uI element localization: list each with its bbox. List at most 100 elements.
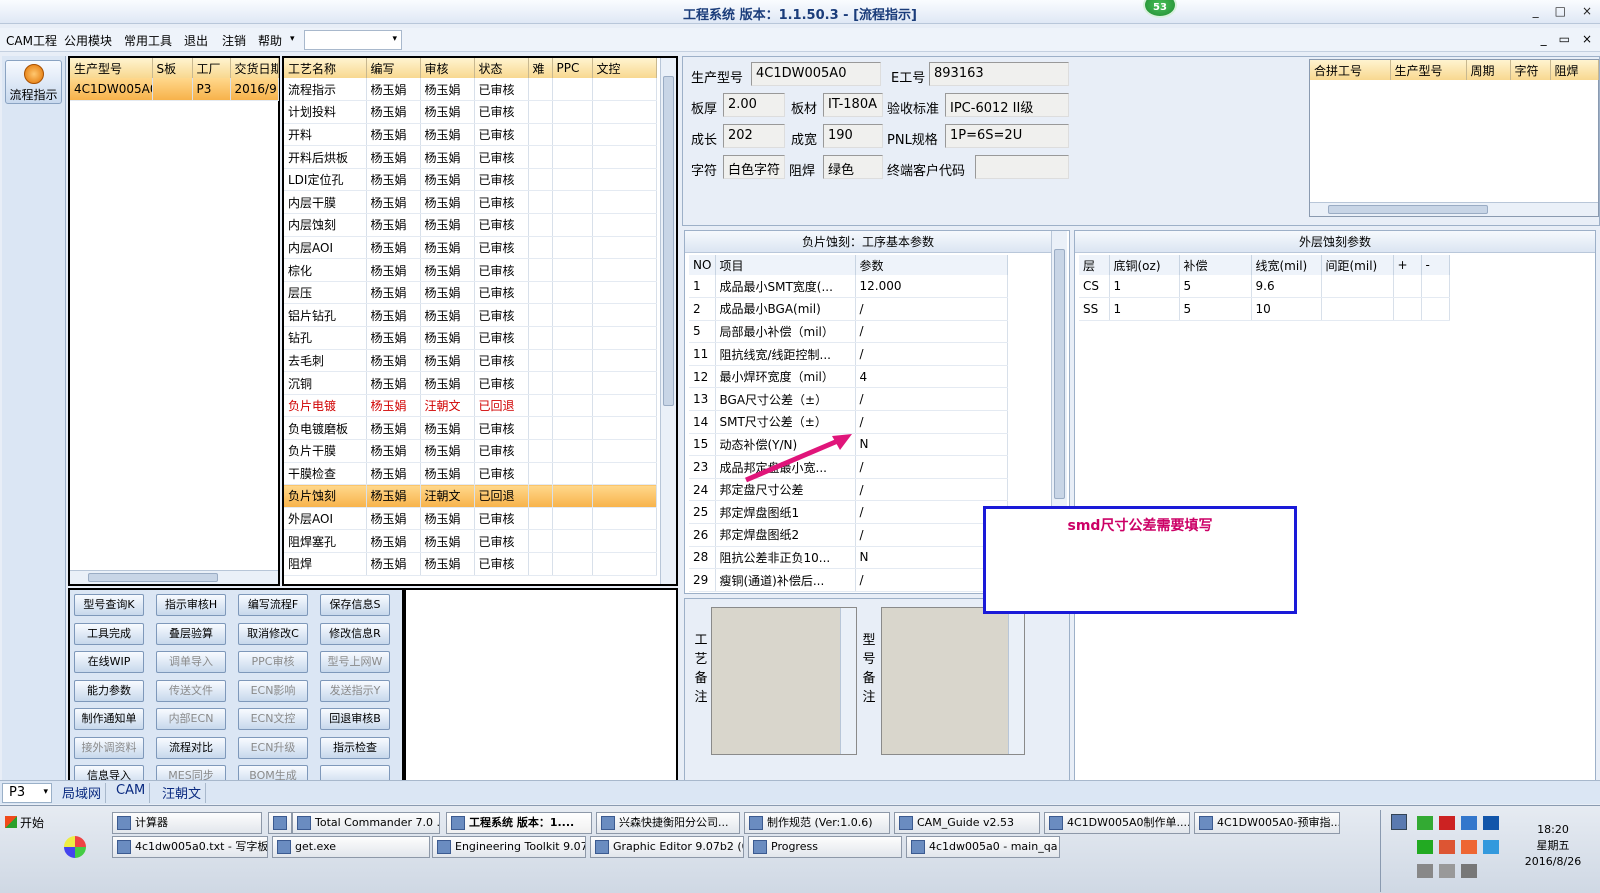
menu-logout[interactable]: 注销 <box>222 32 246 49</box>
table-row[interactable]: 4C1DW005A0 P3 2016/9 <box>70 78 279 102</box>
table-row[interactable]: 2 成品最小BGA(mil) / <box>689 297 1008 321</box>
taskbar-item[interactable]: 制作规范 (Ver:1.0.6) <box>744 812 890 834</box>
action-button[interactable]: 在线WIP <box>74 651 144 673</box>
tray-antivirus-icon[interactable] <box>1461 840 1477 854</box>
model-field[interactable]: 4C1DW005A0 <box>751 62 881 86</box>
close-button[interactable]: × <box>1582 4 1592 18</box>
process-vscroll[interactable] <box>660 58 676 584</box>
table-row[interactable]: 12 最小焊环宽度（mil） 4 <box>689 365 1008 389</box>
col-compensation[interactable]: 补偿 <box>1179 255 1252 275</box>
taskbar-item[interactable]: CAM_Guide v2.53 <box>894 812 1040 834</box>
col-merge-char[interactable]: 字符 <box>1510 60 1551 80</box>
tab-user[interactable]: 汪朝文 <box>158 783 207 803</box>
action-button[interactable]: 内部ECN <box>156 708 226 730</box>
thick-field[interactable]: 2.00 <box>723 93 785 117</box>
col-writer[interactable]: 编写 <box>366 58 421 78</box>
memo-vscroll[interactable] <box>840 608 856 754</box>
taskbar-item[interactable]: 兴森快捷衡阳分公司... <box>596 812 740 834</box>
action-button[interactable]: ECN影响 <box>238 679 308 702</box>
col-line-width[interactable]: 线宽(mil) <box>1251 255 1322 275</box>
menu-common-module[interactable]: 公用模块 <box>64 32 112 49</box>
action-button[interactable]: 型号上网W <box>320 651 390 673</box>
col-delivery[interactable]: 交货日期 <box>230 58 279 78</box>
action-button[interactable]: ECN升级 <box>238 736 308 759</box>
action-button[interactable]: 调单导入 <box>156 651 226 673</box>
menu-help[interactable]: 帮助 <box>258 32 282 49</box>
action-button[interactable]: 保存信息S <box>320 594 390 616</box>
action-button[interactable]: 工具完成 <box>74 622 144 645</box>
taskbar-item[interactable]: Graphic Editor 9.07b2 (0... <box>590 836 744 858</box>
table-row[interactable]: 阻焊 杨玉娟 杨玉娟 已审核 <box>284 552 657 576</box>
col-spacing[interactable]: 间距(mil) <box>1321 255 1394 275</box>
action-button[interactable]: 流程对比 <box>156 736 226 759</box>
table-row[interactable]: 内层干膜 杨玉娟 杨玉娟 已审核 <box>284 190 657 215</box>
taskbar-item[interactable] <box>268 812 292 834</box>
action-button[interactable]: 指示审核H <box>156 594 226 616</box>
table-row[interactable]: 29 瘦铜(通道)补偿后... / <box>689 568 1008 592</box>
action-button[interactable]: 型号查询K <box>74 594 144 616</box>
table-row[interactable]: 钻孔 杨玉娟 杨玉娟 已审核 <box>284 326 657 350</box>
table-row[interactable]: 铝片钻孔 杨玉娟 杨玉娟 已审核 <box>284 303 657 328</box>
table-row[interactable]: 1 成品最小SMT宽度(... 12.000 <box>689 275 1008 299</box>
tab-lan[interactable]: 局域网 <box>58 783 107 803</box>
taskbar-item[interactable]: Engineering Toolkit 9.07... <box>432 836 586 858</box>
remove-column-button[interactable]: - <box>1421 255 1450 275</box>
tray-shield-icon[interactable] <box>1417 840 1433 854</box>
taskbar-item[interactable]: Total Commander 7.0 ... <box>292 812 440 834</box>
table-row[interactable]: 阻焊塞孔 杨玉娟 杨玉娟 已审核 <box>284 529 657 553</box>
taskbar-item[interactable]: 计算器 <box>112 812 262 834</box>
menu-combo[interactable]: ▾ <box>304 30 402 50</box>
table-row[interactable]: 外层AOI 杨玉娟 杨玉娟 已审核 <box>284 507 657 531</box>
col-base-copper[interactable]: 底铜(oz) <box>1109 255 1180 275</box>
taskbar-item[interactable]: Progress <box>748 836 902 858</box>
table-row[interactable]: 11 阻抗线宽/线距控制... / <box>689 342 1008 366</box>
col-merge-model[interactable]: 生产型号 <box>1390 60 1467 80</box>
col-reviewer[interactable]: 审核 <box>420 58 475 78</box>
model-memo[interactable] <box>881 607 1025 755</box>
table-row[interactable]: 25 邦定焊盘图纸1/ <box>689 500 1008 525</box>
taskbar-item[interactable]: 4c1dw005a0 - main_qa <box>906 836 1060 858</box>
col-factory[interactable]: 工厂 <box>192 58 231 78</box>
tray-network-icon[interactable] <box>1417 816 1433 830</box>
table-row[interactable]: 28 阻抗公差非正负10... N <box>689 546 1008 570</box>
tray-security-icon[interactable] <box>1439 816 1455 830</box>
std-field[interactable]: IPC-6012 II级 <box>945 93 1069 117</box>
model-memo-vscroll[interactable] <box>1008 608 1024 754</box>
bluetooth-icon[interactable] <box>1483 816 1499 830</box>
quick-launch-icon[interactable] <box>64 836 86 858</box>
tray-update-icon[interactable] <box>1461 816 1477 830</box>
col-status[interactable]: 状态 <box>474 58 529 78</box>
model-hscroll[interactable] <box>70 570 278 584</box>
action-button[interactable]: 修改信息R <box>320 622 390 645</box>
col-doc-control[interactable]: 文控 <box>592 58 657 78</box>
table-row[interactable]: 流程指示 杨玉娟 杨玉娟 已审核 <box>284 78 657 102</box>
col-difficulty[interactable]: 难 <box>528 58 553 78</box>
col-model[interactable]: 生产型号 <box>70 58 153 78</box>
table-row[interactable]: 去毛刺 杨玉娟 杨玉娟 已审核 <box>284 349 657 373</box>
table-row[interactable]: 开料后烘板 杨玉娟 杨玉娟 已审核 <box>284 145 657 169</box>
action-button[interactable]: 取消修改C <box>238 622 308 645</box>
col-param[interactable]: 参数 <box>855 255 1008 275</box>
action-button[interactable]: ECN文控 <box>238 708 308 730</box>
table-row[interactable]: 开料 杨玉娟 杨玉娟 已审核 <box>284 123 657 147</box>
pnl-field[interactable]: 1P=6S=2U <box>945 124 1069 148</box>
col-no[interactable]: NO <box>689 255 716 275</box>
action-button[interactable]: 叠层验算 <box>156 622 226 645</box>
table-row[interactable]: 26 邦定焊盘图纸2/ <box>689 523 1008 547</box>
merge-hscroll[interactable] <box>1310 202 1598 216</box>
menu-cam[interactable]: CAM工程 <box>6 32 57 49</box>
col-merge-mask[interactable]: 阻焊 <box>1550 60 1599 80</box>
tray-cloud-icon[interactable] <box>1483 840 1499 854</box>
table-row[interactable]: 内层AOI 杨玉娟 杨玉娟 已审核 <box>284 236 657 260</box>
col-layer[interactable]: 层 <box>1079 255 1110 275</box>
inner-restore-button[interactable]: ▭ <box>1559 32 1570 46</box>
col-process-name[interactable]: 工艺名称 <box>284 58 367 78</box>
tray-chat-icon[interactable] <box>1439 840 1455 854</box>
table-row[interactable]: 13 BGA尺寸公差（±） / <box>689 387 1008 412</box>
table-row[interactable]: CS 1 5 9.6 <box>1079 275 1450 299</box>
menu-exit[interactable]: 退出 <box>184 32 208 49</box>
col-merge-cycle[interactable]: 周期 <box>1466 60 1511 80</box>
start-button[interactable]: 开始 <box>2 812 52 834</box>
minimize-button[interactable]: _ <box>1533 4 1539 18</box>
table-row[interactable]: 计划投料 杨玉娟 杨玉娟 已审核 <box>284 100 657 124</box>
